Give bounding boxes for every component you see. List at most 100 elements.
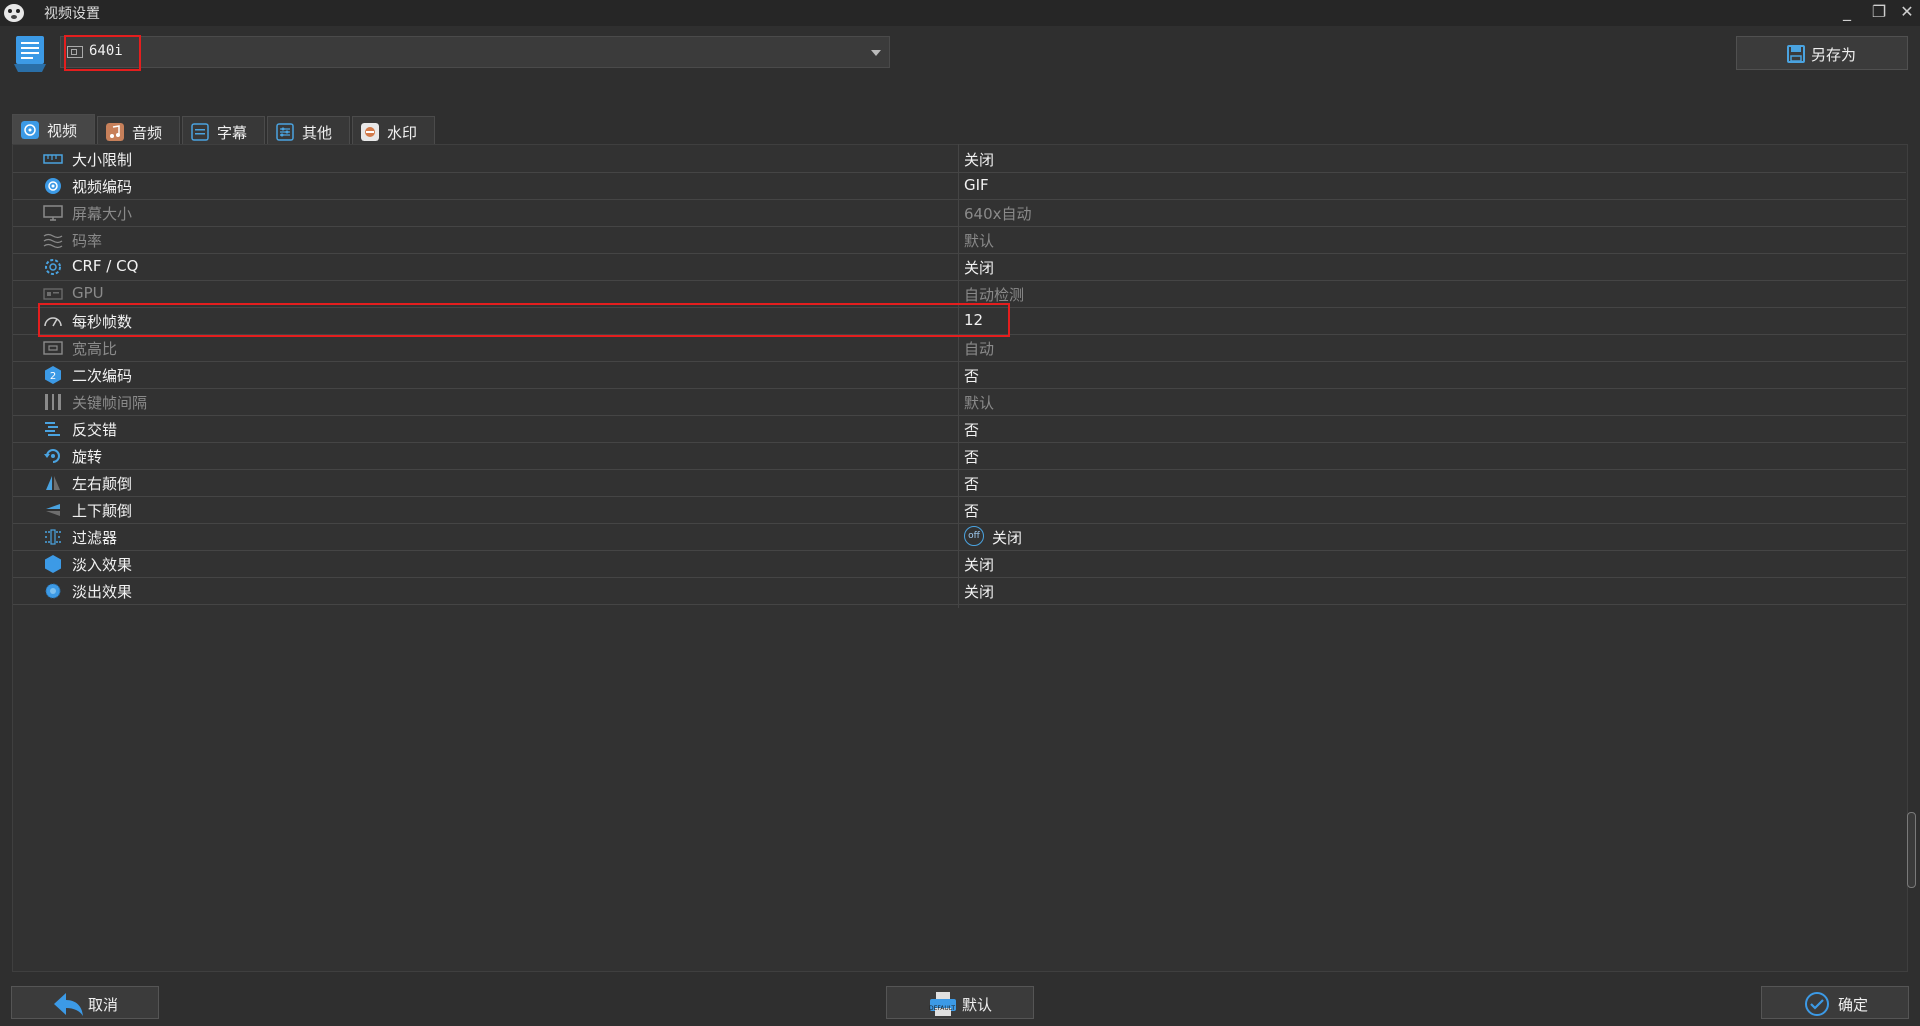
setting-row-video-codec[interactable]: 视频编码 GIF: [13, 173, 1906, 200]
setting-value[interactable]: GIF: [964, 176, 989, 194]
setting-label: 关键帧间隔: [72, 394, 148, 412]
cancel-label: 取消: [88, 996, 119, 1014]
save-as-label: 另存为: [1811, 46, 1857, 64]
setting-value[interactable]: 自动: [964, 338, 994, 359]
setting-row-crf-cq[interactable]: CRF / CQ 关闭: [13, 254, 1906, 281]
aspect-ratio-icon: [43, 341, 63, 355]
tab-watermark[interactable]: 水印: [352, 116, 435, 144]
setting-row-gpu[interactable]: GPU 自动检测: [13, 281, 1906, 308]
codec-icon: [45, 178, 61, 194]
tab-other[interactable]: 其他: [267, 116, 350, 144]
setting-label: 上下颠倒: [72, 502, 133, 520]
save-as-button[interactable]: 另存为: [1736, 36, 1908, 70]
minimize-button[interactable]: _: [1836, 2, 1858, 22]
back-arrow-icon: [54, 993, 83, 1016]
chevron-down-icon[interactable]: [871, 50, 881, 56]
tab-audio[interactable]: 音频: [97, 116, 180, 144]
default-label: 默认: [962, 996, 993, 1014]
tab-label: 音频: [132, 124, 163, 142]
tab-label: 水印: [387, 124, 418, 142]
fade-in-icon: [45, 555, 61, 573]
flip-horizontal-icon: [46, 476, 60, 490]
setting-row-two-pass[interactable]: 2 二次编码 否: [13, 362, 1906, 389]
tab-subtitle[interactable]: 字幕: [182, 116, 265, 144]
speedometer-icon: [44, 317, 62, 327]
setting-row-bitrate[interactable]: 码率 默认: [13, 227, 1906, 254]
setting-row-fade-in[interactable]: 淡入效果 关闭: [13, 551, 1906, 578]
setting-value[interactable]: 否: [964, 446, 979, 467]
setting-row-size-limit[interactable]: 大小限制 关闭: [13, 146, 1906, 173]
preset-dropdown[interactable]: 640i: [60, 36, 890, 68]
tab-label: 字幕: [217, 124, 248, 142]
default-printer-icon: [930, 992, 956, 1016]
setting-row-screen-size[interactable]: 屏幕大小 640x自动: [13, 200, 1906, 227]
video-icon: [21, 121, 39, 139]
default-icon-text: DEFAULT: [929, 1005, 955, 1012]
bitrate-waves-icon: [43, 233, 63, 249]
setting-row-fade-out[interactable]: 淡出效果 关闭: [13, 578, 1906, 605]
setting-label: CRF / CQ: [72, 257, 139, 275]
setting-label: 大小限制: [72, 151, 133, 169]
cancel-button[interactable]: 取消: [11, 986, 159, 1019]
film-icon: [67, 46, 83, 58]
setting-value[interactable]: 否: [964, 500, 979, 521]
subtitle-icon: [191, 123, 209, 141]
tab-video[interactable]: 视频: [12, 114, 95, 144]
ok-label: 确定: [1838, 996, 1869, 1014]
watermark-icon: [361, 123, 379, 141]
setting-value[interactable]: 关闭: [964, 149, 994, 170]
setting-value[interactable]: 12: [964, 311, 983, 329]
vertical-scrollbar[interactable]: [1907, 812, 1916, 888]
setting-label: 码率: [72, 232, 103, 250]
filter-icon: [45, 529, 61, 545]
setting-value[interactable]: 关闭: [964, 581, 994, 602]
setting-row-frame-rate[interactable]: 每秒帧数 12: [13, 308, 1906, 335]
setting-row-deinterlace[interactable]: 反交错 否: [13, 416, 1906, 443]
maximize-button[interactable]: ❐: [1868, 2, 1890, 22]
setting-row-rotate[interactable]: 旋转 否: [13, 443, 1906, 470]
setting-value[interactable]: 否: [964, 473, 979, 494]
check-circle-icon: [1805, 992, 1829, 1016]
setting-row-aspect-ratio[interactable]: 宽高比 自动: [13, 335, 1906, 362]
setting-value[interactable]: 640x自动: [964, 203, 1032, 224]
fade-out-icon: [45, 583, 61, 599]
floppy-disk-icon: [1787, 45, 1805, 63]
svg-text:2: 2: [50, 371, 56, 382]
setting-row-filter[interactable]: 过滤器 off 关闭: [13, 524, 1906, 551]
setting-row-keyframe-interval[interactable]: 关键帧间隔 默认: [13, 389, 1906, 416]
two-pass-icon: 2: [45, 366, 61, 384]
settings-tabs: 视频 音频 字幕 其他 水印: [12, 114, 1512, 144]
setting-value[interactable]: 默认: [964, 230, 994, 251]
setting-row-flip-horizontal[interactable]: 左右颠倒 否: [13, 470, 1906, 497]
setting-row-flip-vertical[interactable]: 上下颠倒 否: [13, 497, 1906, 524]
keyframe-icon: [45, 394, 61, 410]
setting-label: 旋转: [72, 448, 103, 466]
preset-value: 640i: [89, 43, 123, 59]
setting-value[interactable]: 关闭: [964, 257, 994, 278]
setting-value[interactable]: 自动检测: [964, 284, 1024, 305]
setting-value[interactable]: 关闭: [964, 554, 994, 575]
setting-label: GPU: [72, 284, 104, 302]
sliders-icon: [276, 123, 294, 141]
tab-label: 视频: [47, 122, 78, 140]
setting-label: 淡入效果: [72, 556, 133, 574]
flip-vertical-icon: [46, 504, 60, 516]
close-button[interactable]: ✕: [1896, 2, 1918, 22]
setting-value[interactable]: 默认: [964, 392, 994, 413]
setting-label: 二次编码: [72, 367, 133, 385]
default-button[interactable]: DEFAULT 默认: [886, 986, 1034, 1019]
ok-button[interactable]: 确定: [1761, 986, 1909, 1019]
monitor-icon: [43, 205, 63, 221]
setting-label: 反交错: [72, 421, 118, 439]
rotate-icon: [44, 449, 60, 463]
deinterlace-icon: [45, 422, 60, 436]
setting-value[interactable]: 否: [964, 365, 979, 386]
title-bar: 视频设置 _ ❐ ✕: [0, 0, 1920, 26]
off-badge-icon: off: [964, 526, 984, 546]
app-logo-icon: [4, 4, 24, 22]
setting-label: 屏幕大小: [72, 205, 133, 223]
setting-value[interactable]: 关闭: [992, 527, 1022, 548]
gpu-chip-icon: [43, 288, 63, 300]
setting-value[interactable]: 否: [964, 419, 979, 440]
music-note-icon: [106, 123, 124, 141]
